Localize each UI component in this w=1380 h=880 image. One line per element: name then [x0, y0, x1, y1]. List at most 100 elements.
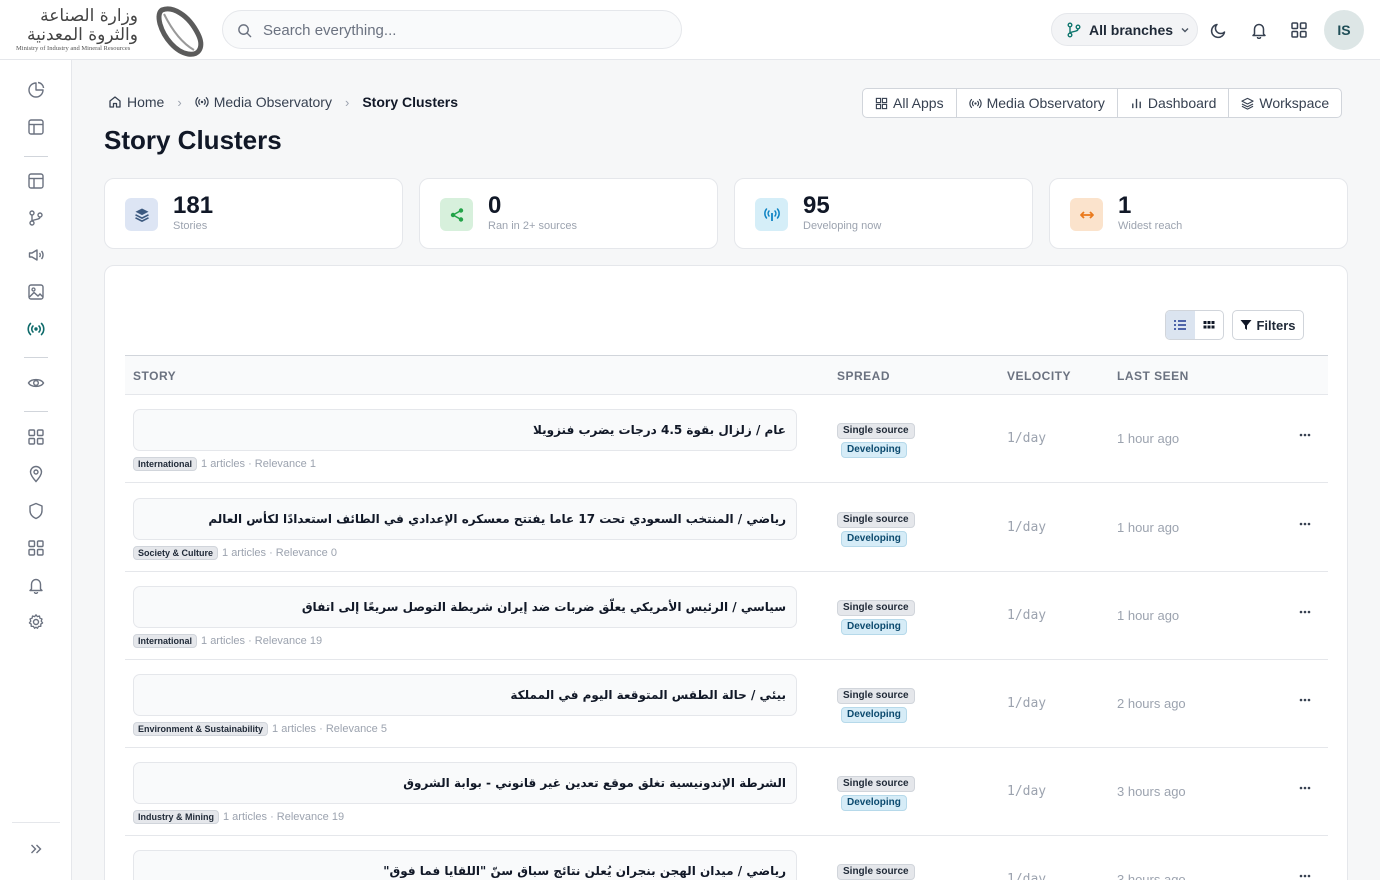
quick-nav-label: Media Observatory: [986, 95, 1105, 111]
column-header-velocity[interactable]: VELOCITY: [1007, 369, 1071, 383]
sidebar-item-media-observatory[interactable]: [25, 318, 47, 340]
sidebar-item-boards[interactable]: [25, 170, 47, 192]
ministry-logo[interactable]: وزارة الصناعة والثروة المعدنية Ministry …: [14, 4, 210, 57]
search-icon: [238, 24, 252, 38]
logo-english-line: Ministry of Industry and Mineral Resourc…: [16, 45, 131, 52]
stat-icon-box: [440, 198, 473, 231]
column-header-spread[interactable]: SPREAD: [837, 369, 890, 383]
sidebar-item-analytics[interactable]: [25, 79, 47, 101]
filters-button[interactable]: Filters: [1232, 310, 1304, 340]
row-actions-button[interactable]: [1295, 514, 1315, 534]
broadcast-icon: [195, 97, 209, 107]
row-actions-button[interactable]: [1295, 866, 1315, 880]
story-title-box[interactable]: رياضي / المنتخب السعودي تحت 17 عاما يفتت…: [133, 498, 797, 540]
git-branch-icon: [1067, 22, 1081, 37]
column-header-last-seen[interactable]: LAST SEEN: [1117, 369, 1189, 383]
table-row[interactable]: سياسي / الرئيس الأمريكي يعلّق ضربات ضد إ…: [125, 572, 1328, 660]
grid-icon: [28, 429, 44, 445]
row-actions-button[interactable]: [1295, 690, 1315, 710]
layout-icon: [28, 119, 44, 135]
grid-view-button[interactable]: [1195, 311, 1224, 339]
global-search[interactable]: [222, 10, 682, 49]
story-meta: International 1 articles · Relevance 19: [133, 634, 322, 648]
breadcrumb-section-label: Media Observatory: [213, 94, 332, 110]
row-actions-button[interactable]: [1295, 778, 1315, 798]
sidebar-item-settings[interactable]: [25, 611, 47, 633]
sidebar-expand-button[interactable]: [25, 838, 47, 860]
sidebar: [0, 60, 72, 880]
quick-nav-label: All Apps: [893, 95, 944, 111]
category-tag[interactable]: Society & Culture: [133, 546, 219, 560]
story-title: رياضي / المنتخب السعودي تحت 17 عاما يفتت…: [208, 512, 786, 526]
velocity-value: 1/day: [1007, 696, 1047, 711]
stat-icon-box: [755, 198, 788, 231]
broadcast-icon: [27, 322, 45, 336]
quick-nav-all-apps[interactable]: All Apps: [863, 89, 957, 117]
layout-icon: [28, 173, 44, 189]
share-icon: [450, 207, 463, 222]
quick-nav-label: Workspace: [1259, 95, 1330, 111]
quick-nav-workspace[interactable]: Workspace: [1229, 89, 1341, 117]
story-title-box[interactable]: سياسي / الرئيس الأمريكي يعلّق ضربات ضد إ…: [133, 586, 797, 628]
sidebar-item-security[interactable]: [25, 500, 47, 522]
grid-icon: [28, 540, 44, 556]
category-tag[interactable]: Environment & Sustainability: [133, 722, 269, 736]
stat-card-widest-reach: 1 Widest reach: [1049, 178, 1348, 249]
story-stats: 1 articles · Relevance 19: [201, 635, 323, 647]
theme-toggle-button[interactable]: [1208, 19, 1230, 41]
sidebar-divider: [24, 357, 48, 358]
grid-dots-icon: [1203, 321, 1215, 329]
column-header-story[interactable]: STORY: [133, 369, 176, 383]
category-tag[interactable]: International: [133, 634, 198, 648]
sidebar-item-media[interactable]: [25, 281, 47, 303]
quick-nav-label: Dashboard: [1147, 95, 1217, 111]
notifications-button[interactable]: [1248, 19, 1270, 41]
sidebar-item-locations[interactable]: [25, 463, 47, 485]
list-view-button[interactable]: [1166, 311, 1195, 339]
table-row[interactable]: بيئي / حالة الطقس المتوقعة اليوم في المم…: [125, 660, 1328, 748]
velocity-value: 1/day: [1007, 608, 1047, 623]
sidebar-item-monitoring[interactable]: [25, 372, 47, 394]
sidebar-item-modules[interactable]: [25, 537, 47, 559]
sidebar-item-apps[interactable]: [25, 426, 47, 448]
sidebar-item-announcements[interactable]: [25, 244, 47, 266]
user-avatar[interactable]: IS: [1324, 10, 1364, 50]
story-meta: Industry & Mining 1 articles · Relevance …: [133, 810, 344, 824]
story-title-box[interactable]: عام / زلزال بقوة 4.5 درجات يضرب فنزويلا: [133, 409, 797, 451]
more-horizontal-icon: [1299, 433, 1311, 437]
story-title-box[interactable]: رياضي / ميدان الهجن بنجران يُعلن نتائج س…: [133, 850, 797, 880]
category-tag[interactable]: Industry & Mining: [133, 810, 219, 824]
row-actions-button[interactable]: [1295, 602, 1315, 622]
table-row[interactable]: عام / زلزال بقوة 4.5 درجات يضرب فنزويلا I…: [125, 395, 1328, 483]
quick-nav-dashboard[interactable]: Dashboard: [1118, 89, 1230, 117]
table-row[interactable]: رياضي / ميدان الهجن بنجران يُعلن نتائج س…: [125, 836, 1328, 880]
breadcrumb-media-observatory[interactable]: Media Observatory: [195, 94, 332, 110]
search-input[interactable]: [263, 19, 663, 41]
home-icon: [109, 96, 121, 108]
table-row[interactable]: رياضي / المنتخب السعودي تحت 17 عاما يفتت…: [125, 484, 1328, 572]
apps-menu-button[interactable]: [1288, 19, 1310, 41]
table-row[interactable]: الشرطة الإندونيسية تغلق موقع تعدين غير ق…: [125, 748, 1328, 836]
story-title-box[interactable]: الشرطة الإندونيسية تغلق موقع تعدين غير ق…: [133, 762, 797, 804]
eye-icon: [27, 378, 45, 388]
breadcrumb-separator: ›: [177, 94, 182, 110]
sidebar-item-layout[interactable]: [25, 116, 47, 138]
sidebar-item-workflows[interactable]: [25, 207, 47, 229]
stat-card-multi-source: 0 Ran in 2+ sources: [419, 178, 718, 249]
sidebar-item-alerts[interactable]: [25, 574, 47, 596]
last-seen-value: 1 hour ago: [1117, 520, 1180, 535]
spread-badge: Single source: [837, 776, 915, 792]
story-title-box[interactable]: بيئي / حالة الطقس المتوقعة اليوم في المم…: [133, 674, 797, 716]
quick-nav-media-observatory[interactable]: Media Observatory: [957, 89, 1118, 117]
grid-icon: [875, 97, 888, 109]
pie-chart-icon: [28, 81, 45, 98]
stat-card-stories: 181 Stories: [104, 178, 403, 249]
row-actions-button[interactable]: [1295, 425, 1315, 445]
branch-selector[interactable]: All branches: [1051, 13, 1198, 46]
category-tag[interactable]: International: [133, 457, 198, 471]
status-badge: Developing: [841, 619, 907, 635]
status-badge: Developing: [841, 795, 907, 811]
velocity-value: 1/day: [1007, 872, 1047, 880]
breadcrumb-home[interactable]: Home: [108, 94, 164, 110]
chevrons-right-icon: [31, 844, 42, 854]
